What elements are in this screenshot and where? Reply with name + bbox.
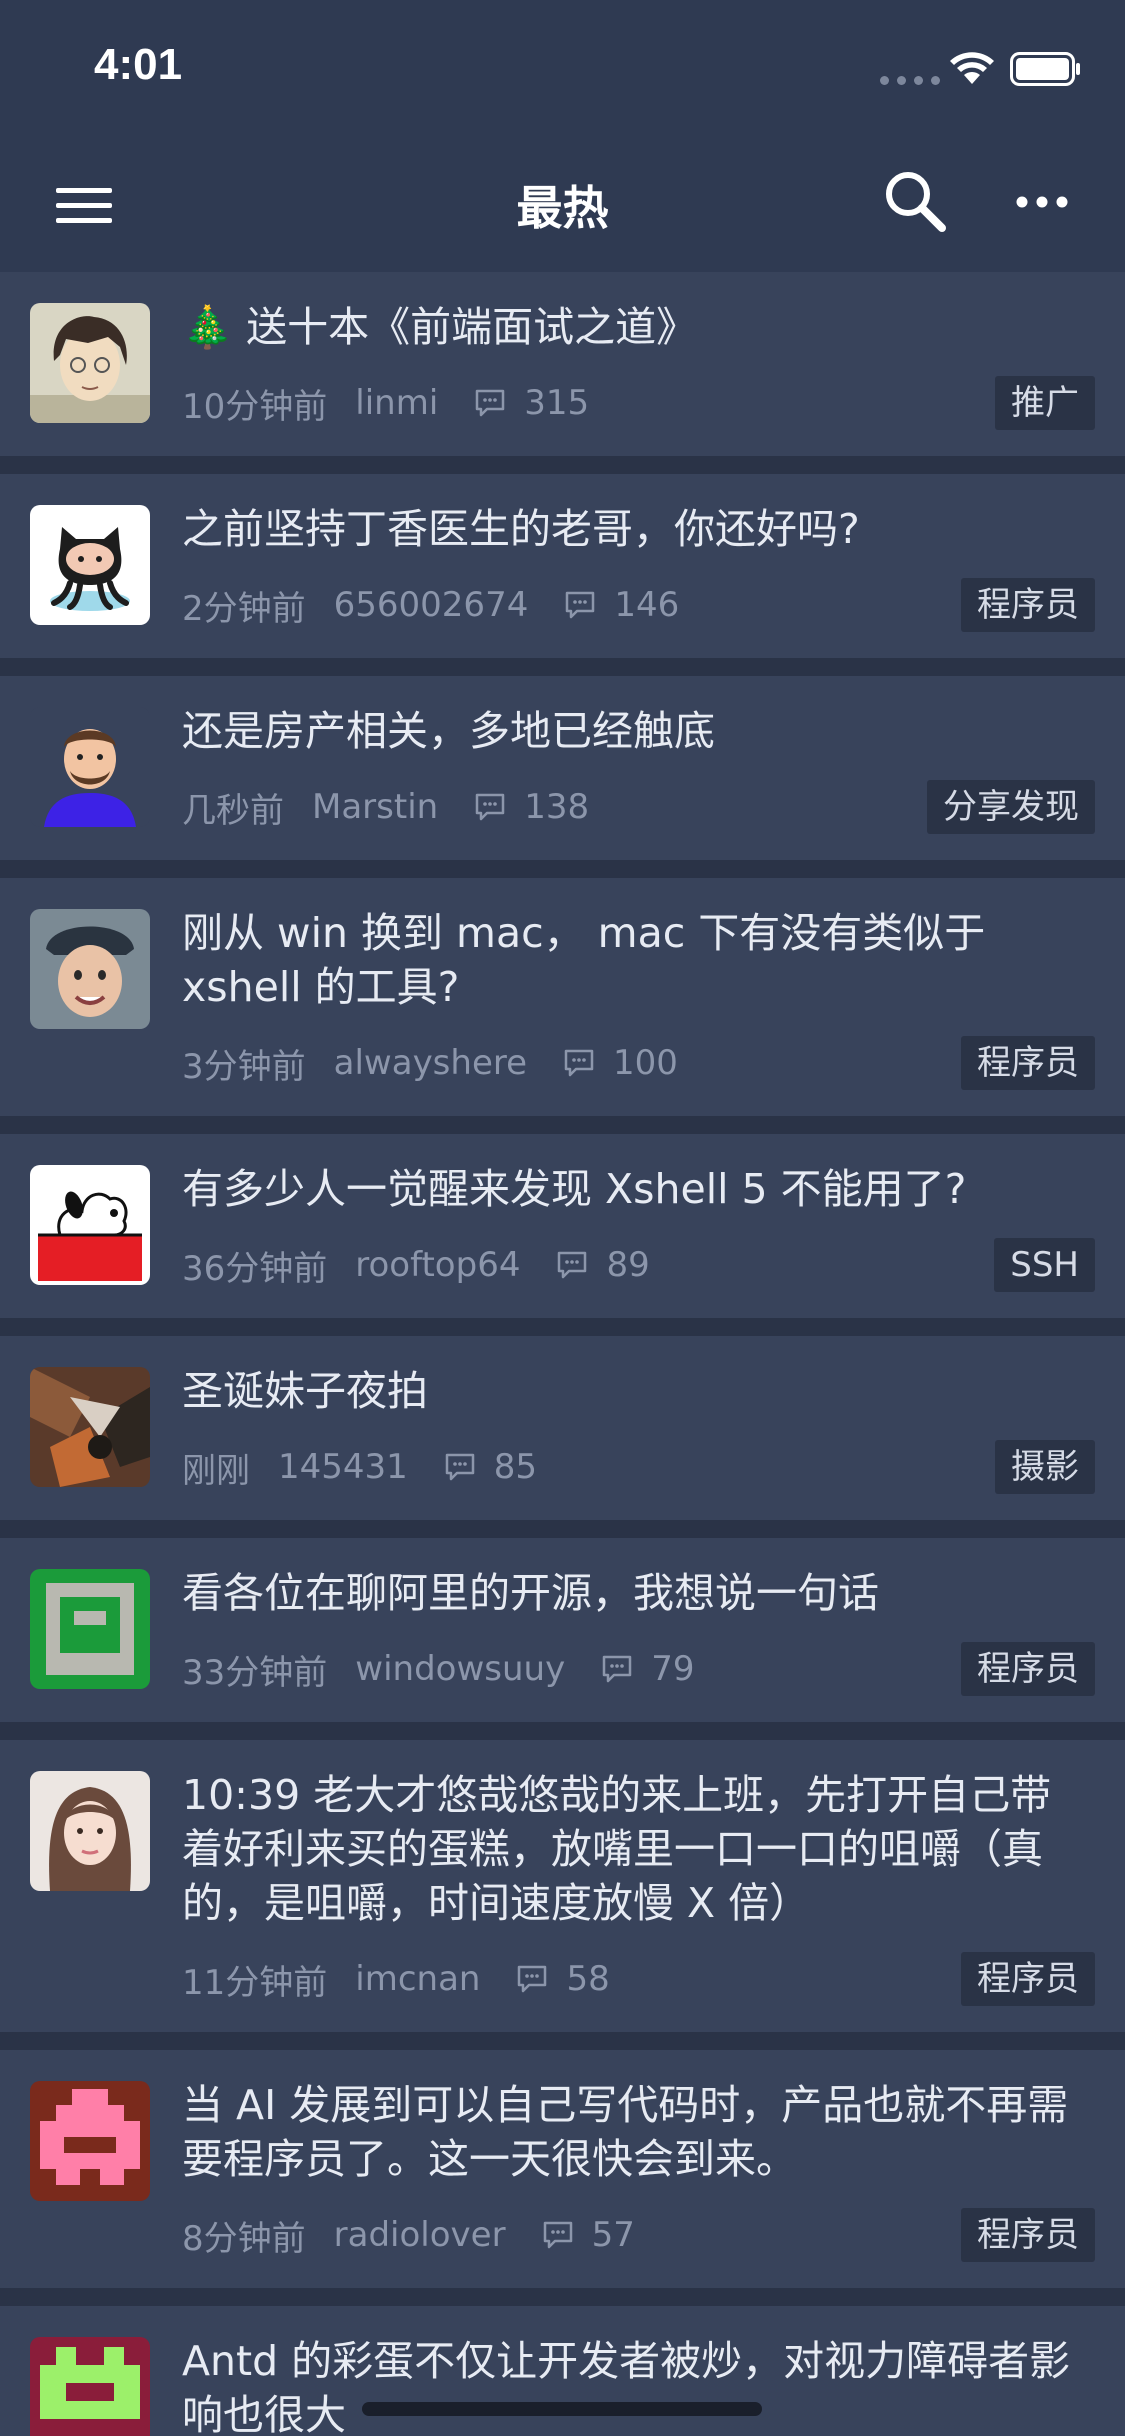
topic-time: 8分钟前: [182, 2218, 306, 2259]
topic-meta: 3分钟前 alwayshere 100 程序员: [182, 1036, 1095, 1090]
topic-time: 几秒前: [182, 790, 284, 831]
node-tag[interactable]: SSH: [994, 1238, 1095, 1292]
feed-item[interactable]: 看各位在聊阿里的开源，我想说一句话 33分钟前 windowsuuy 79 程序…: [0, 1538, 1125, 1722]
topic-title[interactable]: 还是房产相关，多地已经触底: [182, 704, 1075, 758]
feed-item[interactable]: 还是房产相关，多地已经触底 几秒前 Marstin 138 分享发现: [0, 676, 1125, 860]
topic-time: 刚刚: [182, 1450, 250, 1491]
topic-title[interactable]: 有多少人一觉醒来发现 Xshell 5 不能用了?: [182, 1162, 1075, 1216]
topic-meta: 11分钟前 imcnan 58 程序员: [182, 1952, 1095, 2006]
topic-title[interactable]: 看各位在聊阿里的开源，我想说一句话: [182, 1566, 1075, 1620]
topic-meta: 刚刚 145431 85 摄影: [182, 1440, 1095, 1494]
avatar[interactable]: [30, 1165, 150, 1285]
avatar[interactable]: [30, 1367, 150, 1487]
avatar[interactable]: [30, 2081, 150, 2201]
topic-meta: 10分钟前 linmi 315 推广: [182, 376, 1095, 430]
feed-item[interactable]: 刚从 win 换到 mac， mac 下有没有类似于 xshell 的工具? 3…: [0, 878, 1125, 1116]
topic-author[interactable]: rooftop64: [355, 1245, 520, 1285]
comment-bubble-icon: [475, 793, 505, 821]
topic-meta: 2分钟前 656002674 146 程序员: [182, 578, 1095, 632]
topic-time: 11分钟前: [182, 1962, 328, 2003]
topic-meta: 33分钟前 windowsuuy 79 程序员: [182, 1642, 1095, 1696]
nav-bar: 最热: [0, 140, 1125, 272]
feed-item[interactable]: 之前坚持丁香医生的老哥，你还好吗? 2分钟前 656002674 146 程序员: [0, 474, 1125, 658]
avatar[interactable]: [30, 505, 150, 625]
topic-title[interactable]: Antd 的彩蛋不仅让开发者被炒，对视力障碍者影响也很大: [182, 2334, 1075, 2436]
comment-count: 315: [524, 383, 590, 423]
topic-author[interactable]: imcnan: [355, 1959, 480, 1999]
comment-count: 146: [614, 585, 680, 625]
cellular-signal-icon: [880, 76, 940, 85]
comment-count: 79: [651, 1649, 695, 1689]
more-dots-icon[interactable]: [1014, 182, 1070, 222]
comment-count: 85: [493, 1447, 538, 1487]
comment-count: 100: [613, 1043, 678, 1083]
comment-bubble-icon: [445, 1453, 475, 1481]
wifi-icon: [950, 52, 994, 84]
node-tag[interactable]: 程序员: [961, 1036, 1095, 1090]
avatar[interactable]: [30, 2337, 150, 2436]
feed-item[interactable]: 🎄 送十本《前端面试之道》 10分钟前 linmi 315 推广: [0, 272, 1125, 456]
topic-time: 36分钟前: [182, 1248, 328, 1289]
topic-title[interactable]: 当 AI 发展到可以自己写代码时，产品也就不再需要程序员了。这一天很快会到来。: [182, 2078, 1075, 2186]
page-title: 最热: [516, 181, 609, 235]
topic-title[interactable]: 🎄 送十本《前端面试之道》: [182, 300, 1075, 354]
status-bar: 4:01: [0, 0, 1125, 140]
topic-meta: 8分钟前 radiolover 57 程序员: [182, 2208, 1095, 2262]
home-indicator[interactable]: [362, 2402, 762, 2416]
topic-author[interactable]: 656002674: [334, 585, 529, 625]
comment-bubble-icon: [543, 2221, 572, 2249]
comment-count: 89: [606, 1245, 650, 1285]
topic-time: 2分钟前: [182, 588, 306, 629]
comment-count: 57: [591, 2215, 635, 2255]
topic-title[interactable]: 圣诞妹子夜拍: [182, 1364, 1075, 1418]
comment-bubble-icon: [564, 1049, 594, 1077]
feed-item[interactable]: 有多少人一觉醒来发现 Xshell 5 不能用了? 36分钟前 rooftop6…: [0, 1134, 1125, 1318]
battery-icon: [1010, 52, 1080, 86]
feed-item[interactable]: 圣诞妹子夜拍 刚刚 145431 85 摄影: [0, 1336, 1125, 1520]
node-tag[interactable]: 程序员: [961, 2208, 1095, 2262]
topic-time: 3分钟前: [182, 1046, 306, 1087]
topic-author[interactable]: alwayshere: [334, 1043, 527, 1083]
topic-time: 10分钟前: [182, 386, 328, 427]
comment-bubble-icon: [566, 591, 595, 619]
topic-title[interactable]: 刚从 win 换到 mac， mac 下有没有类似于 xshell 的工具?: [182, 906, 1075, 1014]
topic-author[interactable]: linmi: [355, 383, 438, 423]
feed-item[interactable]: 当 AI 发展到可以自己写代码时，产品也就不再需要程序员了。这一天很快会到来。 …: [0, 2050, 1125, 2288]
node-tag[interactable]: 摄影: [995, 1440, 1095, 1494]
topic-author[interactable]: 145431: [278, 1447, 408, 1487]
status-time: 4:01: [94, 40, 183, 89]
topic-feed: 🎄 送十本《前端面试之道》 10分钟前 linmi 315 推广 之前坚持丁香医…: [0, 272, 1125, 2436]
node-tag[interactable]: 推广: [995, 376, 1095, 430]
feed-item[interactable]: 10:39 老大才悠哉悠哉的来上班，先打开自己带着好利来买的蛋糕，放嘴里一口一口…: [0, 1740, 1125, 2032]
screen: 4:01 最热 🎄 送十本《前端面试之道》 10分钟前 linmi 315 推广…: [0, 0, 1125, 2436]
topic-author[interactable]: windowsuuy: [355, 1649, 565, 1689]
topic-title[interactable]: 之前坚持丁香医生的老哥，你还好吗?: [182, 502, 1075, 556]
avatar[interactable]: [30, 909, 150, 1029]
topic-title[interactable]: 10:39 老大才悠哉悠哉的来上班，先打开自己带着好利来买的蛋糕，放嘴里一口一口…: [182, 1768, 1075, 1930]
topic-meta: 几秒前 Marstin 138 分享发现: [182, 780, 1095, 834]
topic-author[interactable]: radiolover: [334, 2215, 506, 2255]
feed-item[interactable]: Antd 的彩蛋不仅让开发者被炒，对视力障碍者影响也很大: [0, 2306, 1125, 2436]
topic-author[interactable]: Marstin: [312, 787, 438, 827]
comment-count: 138: [524, 787, 590, 827]
topic-meta: 36分钟前 rooftop64 89 SSH: [182, 1238, 1095, 1292]
avatar[interactable]: [30, 1771, 150, 1891]
node-tag[interactable]: 程序员: [961, 1952, 1095, 2006]
node-tag[interactable]: 分享发现: [927, 780, 1095, 834]
topic-time: 33分钟前: [182, 1652, 328, 1693]
node-tag[interactable]: 程序员: [961, 1642, 1095, 1696]
comment-bubble-icon: [558, 1251, 587, 1279]
avatar[interactable]: [30, 303, 150, 423]
search-icon[interactable]: [882, 168, 948, 234]
comment-bubble-icon: [518, 1965, 547, 1993]
comment-bubble-icon: [476, 389, 505, 417]
comment-count: 58: [566, 1959, 610, 1999]
node-tag[interactable]: 程序员: [961, 578, 1095, 632]
avatar[interactable]: [30, 1569, 150, 1689]
avatar[interactable]: [30, 707, 150, 827]
comment-bubble-icon: [602, 1655, 632, 1683]
